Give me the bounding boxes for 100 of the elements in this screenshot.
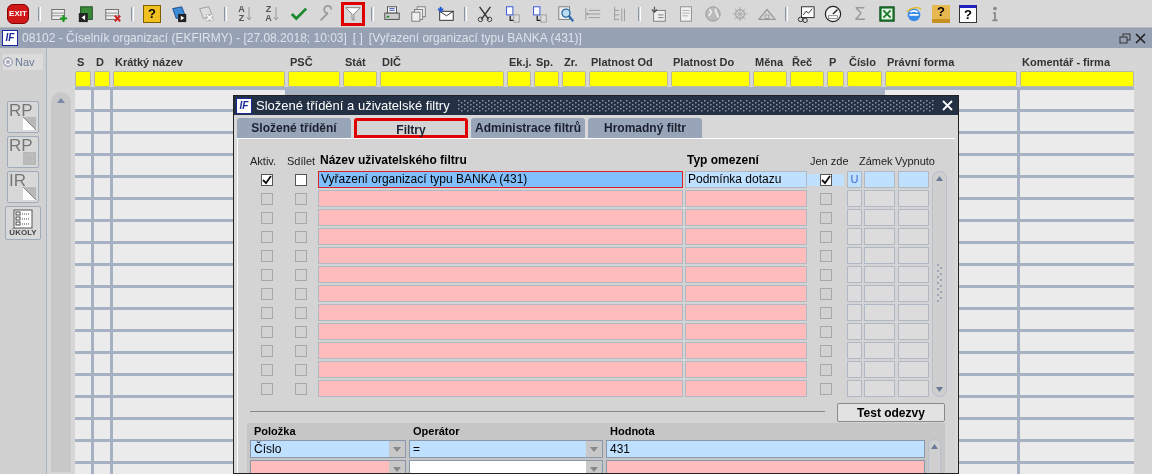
tab[interactable]: Filtry [354, 118, 468, 138]
table-cell [75, 419, 91, 439]
column-header[interactable]: Sp. [534, 54, 559, 71]
query-cell[interactable] [113, 70, 285, 87]
toolbar-button[interactable]: AZ [233, 1, 257, 26]
query-cell[interactable] [94, 70, 110, 87]
column-header[interactable]: Zr. [562, 54, 586, 71]
table-cell [94, 199, 110, 219]
dropdown-arrow-icon[interactable] [389, 461, 405, 473]
input-field[interactable]: Vyřazení organizací typu BANKA (431) [318, 171, 683, 188]
table-cell [75, 287, 91, 307]
input-field[interactable]: 431 [606, 440, 925, 458]
column-header[interactable]: Číslo [847, 54, 882, 71]
query-cell[interactable] [380, 70, 504, 87]
query-cell[interactable] [827, 70, 844, 87]
column-header[interactable]: D [94, 54, 110, 71]
table-cell [94, 441, 110, 461]
table-cell [75, 375, 91, 395]
input-field[interactable] [685, 190, 807, 207]
column-header[interactable]: Řeč [790, 54, 824, 71]
input-field[interactable] [685, 266, 807, 283]
dropdown[interactable]: = [409, 440, 603, 458]
chart-icon [797, 4, 815, 23]
scrollbar[interactable] [932, 171, 947, 397]
column-header: Sdílet [287, 153, 317, 169]
test-response-button[interactable]: Test odezvy [837, 402, 945, 422]
query-cell[interactable] [343, 70, 377, 87]
dropdown-arrow-icon[interactable] [586, 461, 602, 473]
radio-icon[interactable] [3, 57, 13, 67]
table-cell [898, 171, 929, 188]
spreadsheet-icon [878, 4, 896, 23]
query-cell[interactable] [1020, 70, 1134, 87]
query-cell[interactable] [671, 70, 750, 87]
input-field[interactable] [685, 247, 807, 264]
printer-icon [383, 4, 401, 23]
input-field[interactable] [685, 323, 807, 340]
query-cell[interactable] [562, 70, 586, 87]
query-cell[interactable] [75, 70, 91, 87]
scissors-icon [476, 4, 494, 23]
column-header[interactable]: PSČ [288, 54, 340, 71]
toolbar-button[interactable]: ZA [260, 1, 284, 26]
scroll-down-icon[interactable] [935, 386, 944, 393]
table-cell [75, 177, 91, 197]
column-header: Vypnuto [895, 153, 935, 169]
query-cell[interactable] [507, 70, 531, 87]
input-field[interactable] [685, 228, 807, 245]
column-header[interactable]: Stát [343, 54, 377, 71]
query-cell[interactable] [288, 70, 340, 87]
input-field[interactable] [606, 460, 925, 473]
query-cell[interactable] [753, 70, 787, 87]
column-header[interactable]: Měna [753, 54, 787, 71]
query-cell[interactable] [847, 70, 882, 87]
lock-flag-cell [847, 361, 862, 378]
lock-flag-cell [847, 247, 862, 264]
checkbox[interactable] [261, 173, 273, 186]
column-header[interactable]: Platnost Do [671, 54, 750, 71]
tab[interactable]: Administrace filtrů [471, 118, 585, 138]
column-header[interactable]: Právní forma [885, 54, 1017, 71]
scroll-up-icon[interactable] [930, 443, 939, 450]
scrollbar[interactable] [928, 439, 941, 473]
tab[interactable]: Hromadný filtr [588, 118, 702, 138]
query-cell[interactable] [790, 70, 824, 87]
table-cell [864, 228, 895, 245]
query-cell[interactable] [885, 70, 1017, 87]
scroll-grip-icon[interactable] [936, 264, 943, 304]
input-field[interactable] [685, 361, 807, 378]
dropdown[interactable] [250, 460, 406, 473]
column-header[interactable]: Komentář - firma [1020, 54, 1134, 71]
checkbox[interactable] [819, 173, 832, 186]
checkbox[interactable] [295, 173, 307, 186]
table-cell [94, 397, 110, 417]
dropdown[interactable] [409, 460, 603, 473]
table-cell [898, 361, 929, 378]
sidebar-button[interactable]: ÚKOLY [5, 206, 41, 240]
column-header[interactable]: P [827, 54, 844, 71]
input-field[interactable] [685, 304, 807, 321]
column-header[interactable]: Krátký název [113, 54, 285, 71]
column-header[interactable]: Ek.j. [507, 54, 531, 71]
column-header[interactable]: S [75, 54, 91, 71]
table-cell [75, 265, 91, 285]
query-cell[interactable] [589, 70, 668, 87]
input-field[interactable] [685, 380, 807, 397]
page-icon [677, 4, 695, 23]
column-header: Aktiv. [250, 153, 278, 169]
input-field[interactable] [685, 209, 807, 226]
lock-flag-cell [847, 209, 862, 226]
magnifier-icon [557, 4, 575, 23]
dropdown[interactable]: Číslo [250, 440, 406, 458]
input-field[interactable] [685, 342, 807, 359]
close-icon[interactable] [1135, 32, 1146, 44]
column-header[interactable]: DIČ [380, 54, 504, 71]
tab[interactable]: Složené třídění [237, 118, 351, 138]
app-logo: IF [2, 30, 18, 46]
query-cell[interactable] [534, 70, 559, 87]
input-field[interactable]: Podmínka dotazu [685, 171, 807, 188]
input-field[interactable] [685, 285, 807, 302]
restore-icon[interactable] [1119, 32, 1131, 44]
scrollbar[interactable] [51, 92, 71, 472]
scroll-up-icon[interactable] [56, 96, 66, 104]
column-header[interactable]: Platnost Od [589, 54, 668, 71]
